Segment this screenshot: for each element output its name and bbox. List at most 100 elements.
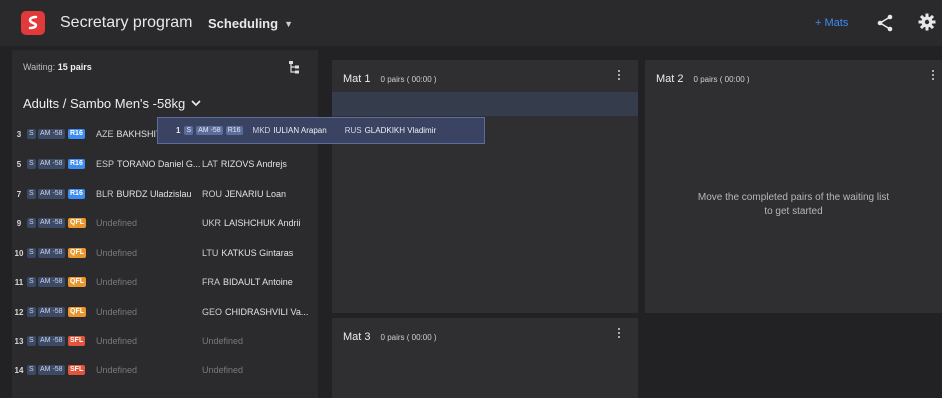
pair-number: 10 — [14, 248, 24, 258]
fighter-1-name: BURDZ Uladzislau — [116, 189, 192, 199]
top-bar: Secretary program Scheduling ▼ + Mats — [0, 0, 942, 46]
fighter-1-name: Undefined — [96, 277, 138, 287]
category-tag: AM -58 — [38, 336, 65, 346]
drag-round-tag: R16 — [225, 126, 243, 135]
fighter-1-name: Undefined — [96, 365, 138, 375]
round-tag: R16 — [68, 189, 85, 199]
fighter-2: LAT RIZOVS Andrejs — [202, 159, 287, 169]
country-2: LTU — [202, 248, 219, 258]
pair-row[interactable]: 13 S AM -58 SFL Undefined Undefined — [12, 331, 318, 351]
pair-row[interactable]: 9 S AM -58 QFL Undefined UKR LAISHCHUK Andrii — [12, 213, 318, 233]
pair-number: 3 — [16, 129, 22, 139]
round-tag: SFL — [68, 336, 86, 346]
mat-3-menu-icon[interactable] — [618, 328, 622, 340]
style-tag: S — [27, 277, 36, 287]
mat-2-pairs: 0 pairs ( 00:00 ) — [693, 75, 750, 84]
fighter-1: Undefined — [96, 248, 137, 258]
fighter-2: ROU JENARIU Loan — [202, 189, 286, 199]
mat-1-menu-icon[interactable] — [618, 70, 622, 82]
dragged-pair-card[interactable]: 1 S AM -58 R16 MKD IULIAN Arapan RUS GLA… — [157, 117, 485, 144]
country-1: AZE — [96, 129, 114, 139]
fighter-1-name: Undefined — [96, 307, 138, 317]
empty-message-line2: to get started — [764, 206, 823, 217]
fighter-2-name: CHIDRASHVILI Va... — [225, 307, 309, 317]
mat-2-name: Mat 2 — [656, 73, 684, 85]
fighter-1: Undefined — [96, 277, 137, 287]
country-2: GEO — [202, 307, 223, 317]
weight-category-dropdown[interactable]: Adults / Sambo Men's -58kg — [23, 96, 201, 111]
mat-2-header: Mat 2 0 pairs ( 00:00 ) — [656, 73, 750, 85]
share-icon[interactable] — [876, 14, 894, 37]
round-tag: QFL — [68, 307, 86, 317]
round-tag: QFL — [68, 277, 86, 287]
category-tag: AM -58 — [38, 307, 65, 317]
fighter-1-name: Undefined — [96, 336, 138, 346]
style-tag: S — [27, 248, 36, 258]
round-tag: SFL — [68, 365, 86, 375]
fighter-2-name: BIDAULT Antoine — [223, 277, 293, 287]
drag-country-2: RUS — [344, 126, 362, 135]
round-tag: R16 — [68, 159, 85, 169]
style-tag: S — [27, 218, 36, 228]
fighter-1: ESP TORANO Daniel G... — [96, 159, 200, 169]
drag-style-tag: S — [184, 126, 194, 135]
waiting-value: 15 pairs — [57, 62, 92, 72]
fighter-1-name: Undefined — [96, 248, 138, 258]
weight-category-label: Adults / Sambo Men's -58kg — [23, 96, 186, 111]
fighter-2-name: LAISHCHUK Andrii — [224, 218, 301, 228]
category-tag: AM -58 — [38, 365, 65, 375]
mat-2-panel[interactable]: Mat 2 0 pairs ( 00:00 ) Move the complet… — [645, 60, 942, 313]
mat-1-header: Mat 1 0 pairs ( 00:00 ) — [343, 73, 437, 85]
fighter-1-name: TORANO Daniel G... — [117, 159, 201, 169]
fighter-1-name: Undefined — [96, 218, 138, 228]
style-tag: S — [27, 307, 36, 317]
fighter-1: Undefined — [96, 307, 137, 317]
round-tag: QFL — [68, 248, 86, 258]
mat-3-panel[interactable]: Mat 3 0 pairs ( 00:00 ) — [332, 318, 638, 398]
drop-zone-highlight — [332, 92, 638, 116]
drag-fighter-2: GLADKIKH Vladimir — [364, 126, 437, 135]
drag-pair-number: 1 — [176, 126, 181, 135]
mat-1-pairs: 0 pairs ( 00:00 ) — [380, 75, 437, 84]
add-mats-button[interactable]: + Mats — [815, 17, 848, 29]
category-tag: AM -58 — [38, 248, 65, 258]
app-title: Secretary program — [60, 14, 193, 31]
mat-2-menu-icon[interactable] — [932, 70, 936, 82]
gear-icon[interactable] — [918, 13, 936, 36]
drag-fighter-1: IULIAN Arapan — [273, 126, 327, 135]
section-dropdown[interactable]: Scheduling ▼ — [208, 16, 293, 31]
pair-number: 12 — [14, 307, 24, 317]
fighter-2: GEO CHIDRASHVILI Va... — [202, 307, 308, 317]
tree-icon[interactable] — [288, 60, 300, 79]
round-tag: R16 — [68, 129, 85, 139]
fighter-2-name: RIZOVS Andrejs — [220, 159, 287, 169]
round-tag: QFL — [68, 218, 86, 228]
drag-country-1: MKD — [252, 126, 271, 135]
category-tag: AM -58 — [38, 218, 65, 228]
country-1: ESP — [96, 159, 115, 169]
category-tag: AM -58 — [38, 129, 65, 139]
pair-row[interactable]: 11 S AM -58 QFL Undefined FRA BIDAULT Antoine — [12, 272, 318, 292]
fighter-1: Undefined — [96, 218, 137, 228]
section-label: Scheduling — [208, 16, 279, 31]
style-tag: S — [27, 189, 36, 199]
mat-3-pairs: 0 pairs ( 00:00 ) — [380, 333, 437, 342]
fighter-2: Undefined — [202, 365, 243, 375]
fighter-1: Undefined — [96, 365, 137, 375]
mat-3-name: Mat 3 — [343, 331, 371, 343]
pair-row[interactable]: 7 S AM -58 R16 BLR BURDZ Uladzislau ROU JENARIU… — [12, 184, 318, 204]
country-2: LAT — [202, 159, 218, 169]
pair-number: 11 — [14, 277, 24, 287]
style-tag: S — [27, 159, 36, 169]
pair-row[interactable]: 14 S AM -58 SFL Undefined Undefined — [12, 360, 318, 380]
drag-category-tag: AM -58 — [196, 126, 223, 135]
chevron-down-icon — [191, 100, 201, 107]
pair-row[interactable]: 5 S AM -58 R16 ESP TORANO Daniel G... LAT RIZOV… — [12, 154, 318, 174]
empty-message-line1: Move the completed pairs of the waiting … — [697, 192, 890, 203]
pair-row[interactable]: 12 S AM -58 QFL Undefined GEO CHIDRASHVILI Va.… — [12, 302, 318, 322]
country-1: BLR — [96, 189, 114, 199]
fighter-1: BLR BURDZ Uladzislau — [96, 189, 192, 199]
fighter-2-name: JENARIU Loan — [225, 189, 287, 199]
pair-row[interactable]: 10 S AM -58 QFL Undefined LTU KATKUS Gintaras — [12, 243, 318, 263]
pair-number: 7 — [16, 189, 22, 199]
